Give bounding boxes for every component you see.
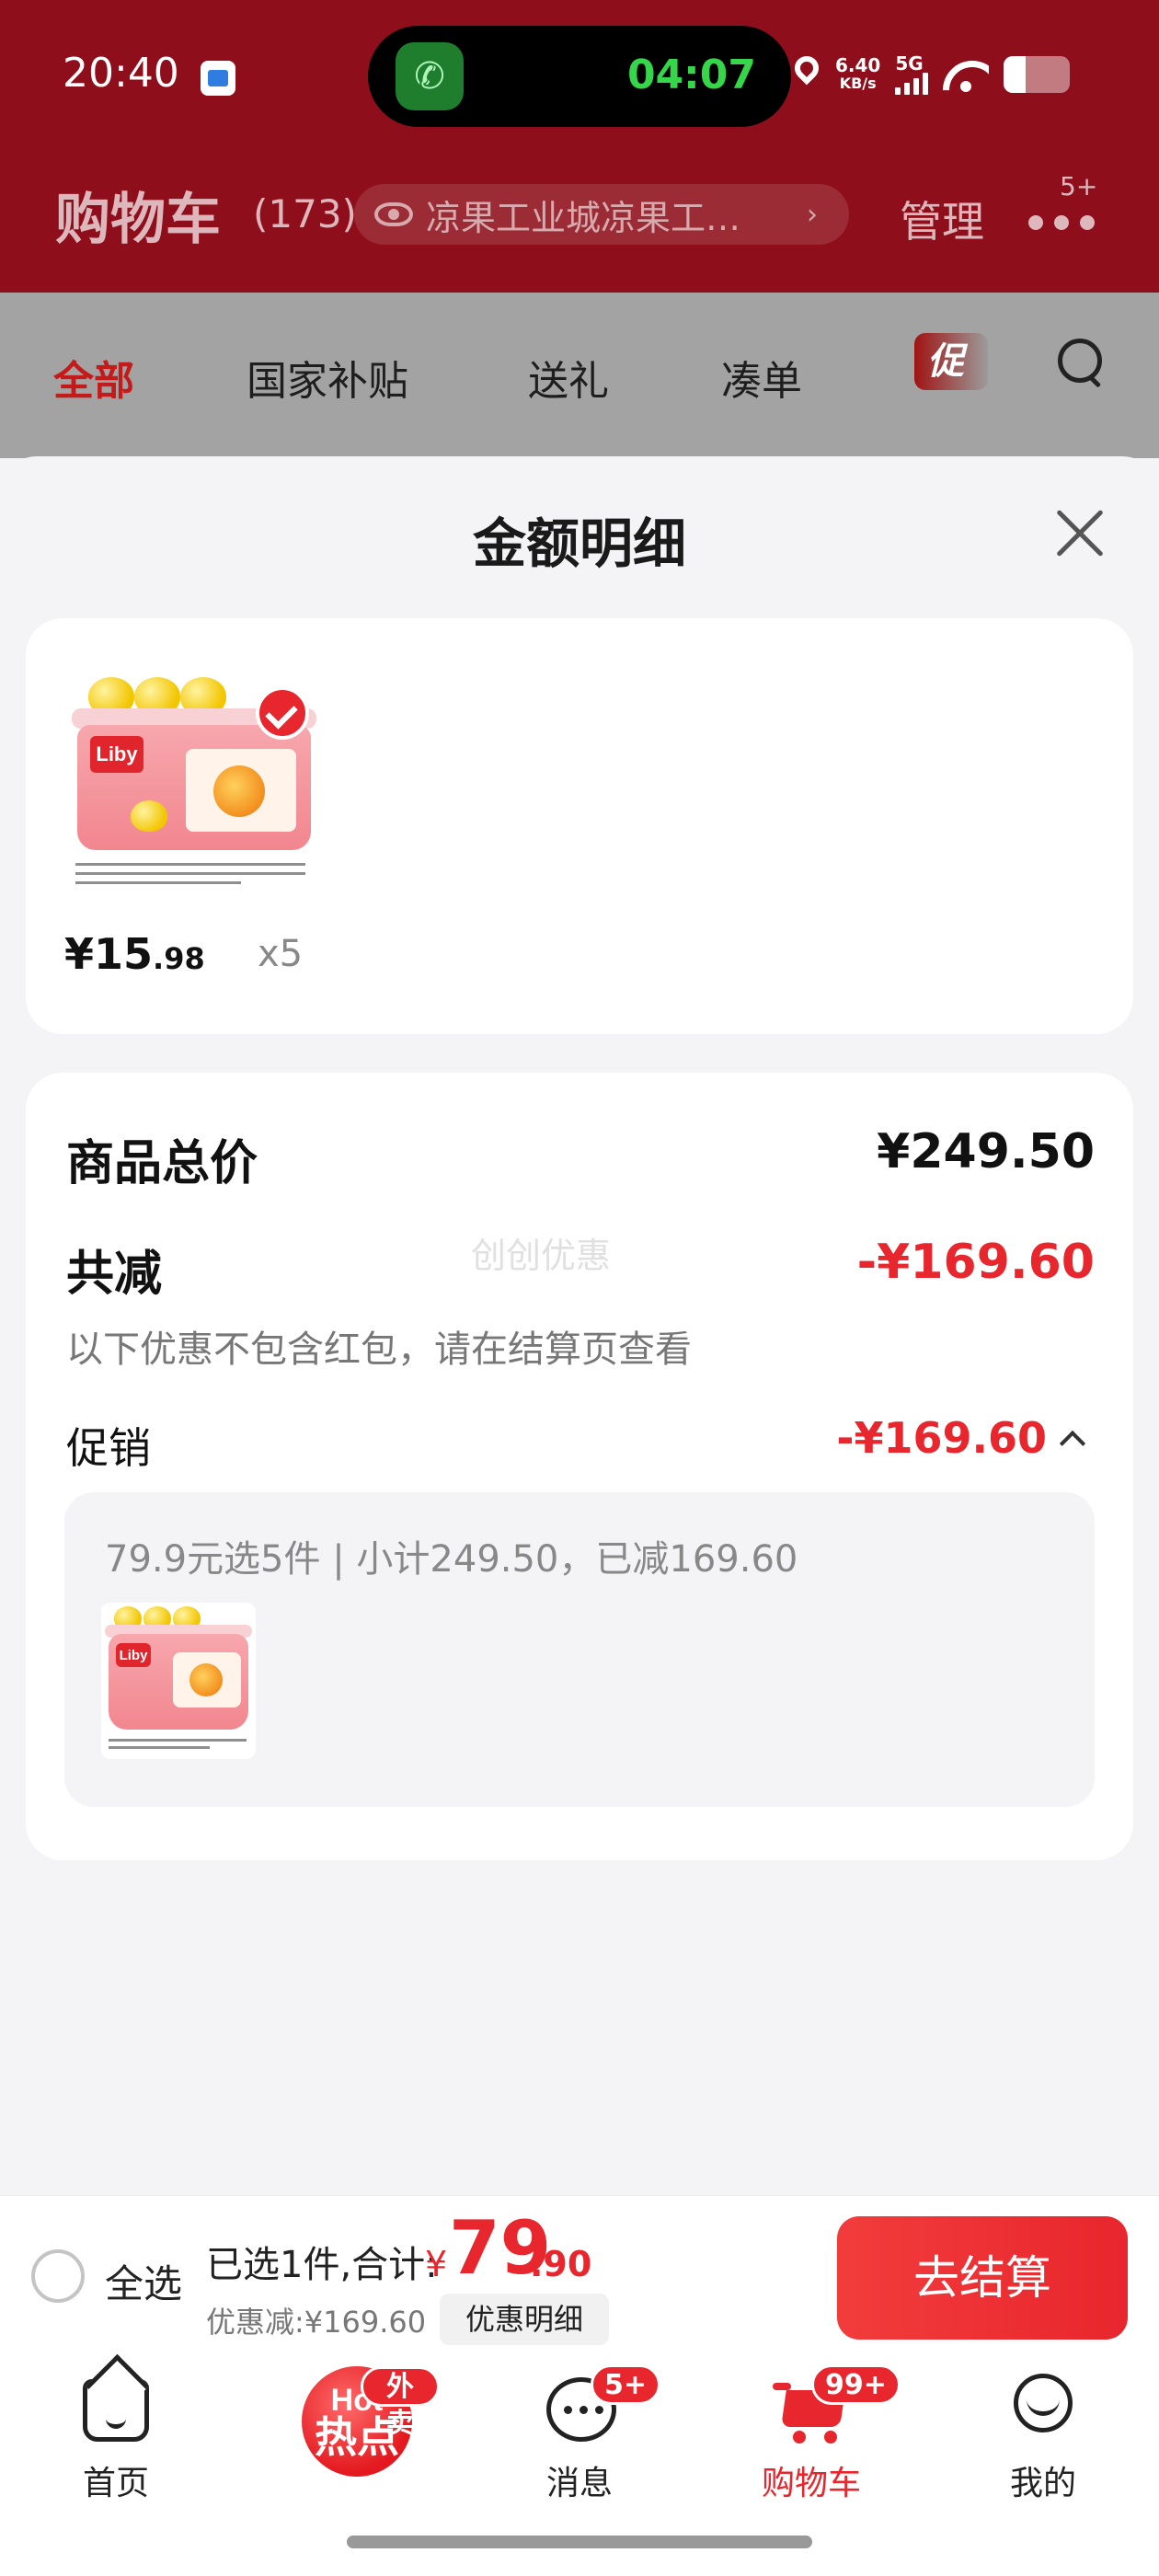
sheet-title: 金额明细 bbox=[472, 512, 686, 575]
location-icon bbox=[793, 56, 820, 93]
promotion-description: 79.9元选5件 | 小计249.50，已减169.60 bbox=[105, 1538, 798, 1581]
total-price-value: ¥249.50 bbox=[877, 1124, 1095, 1179]
net-speed: 6.40 KB/s bbox=[835, 56, 880, 93]
nav-home-label: 首页 bbox=[82, 2465, 149, 2502]
phone-call-icon: ✆ bbox=[396, 42, 464, 110]
tab-national-subsidy[interactable]: 国家补贴 bbox=[247, 348, 408, 407]
promotion-product-image[interactable]: Liby bbox=[101, 1603, 256, 1759]
selected-summary: 已选1件,合计: bbox=[206, 2244, 438, 2286]
nav-mine[interactable]: 我的 bbox=[951, 2357, 1135, 2502]
dynamic-island[interactable]: ✆ 04:07 bbox=[368, 26, 791, 127]
battery-icon bbox=[1004, 56, 1071, 93]
product-price: ¥15.98 bbox=[64, 929, 205, 979]
eye-icon bbox=[374, 202, 413, 226]
status-time: 20:40 bbox=[63, 50, 179, 97]
app-notification-icon bbox=[201, 61, 235, 96]
checkout-button[interactable]: 去结算 bbox=[837, 2216, 1128, 2340]
total-price-label: 商品总价 bbox=[66, 1136, 258, 1191]
brand-logo: Liby bbox=[116, 1643, 151, 1667]
promotion-value: -¥169.60 bbox=[836, 1413, 1047, 1463]
tab-promo[interactable]: 促 bbox=[914, 333, 988, 390]
chevron-up-icon bbox=[1059, 1430, 1086, 1457]
nav-cart[interactable]: 99+ 购物车 bbox=[719, 2357, 903, 2502]
close-icon[interactable] bbox=[1049, 504, 1107, 563]
reduction-label: 共减 bbox=[66, 1247, 163, 1302]
product-card: Liby ¥15.98 x5 bbox=[26, 618, 1133, 1034]
discount-detail-button[interactable]: 优惠明细 bbox=[440, 2294, 609, 2345]
promotion-detail: 79.9元选5件 | 小计249.50，已减169.60 Liby bbox=[64, 1492, 1095, 1807]
nav-cart-badge: 99+ bbox=[811, 2364, 901, 2405]
home-indicator[interactable] bbox=[347, 2536, 812, 2548]
nav-messages[interactable]: 5+ 消息 bbox=[488, 2357, 671, 2502]
reduction-note: 以下优惠不包含红包，请在结算页查看 bbox=[66, 1328, 692, 1371]
fine-print bbox=[75, 881, 241, 884]
cell-signal-icon: 5G bbox=[895, 52, 929, 95]
category-tabs: 全部 国家补贴 送礼 凑单 促 bbox=[0, 293, 1159, 458]
price-decimal: .98 bbox=[153, 941, 205, 976]
promotion-toggle[interactable]: -¥169.60 bbox=[836, 1413, 1086, 1463]
product-quantity: x5 bbox=[258, 933, 304, 975]
fruit-shape bbox=[189, 1663, 223, 1696]
amount-detail-sheet: 金额明细 Liby ¥15.98 x5 商品总价 ¥249.50 共减 创创优惠 bbox=[0, 456, 1159, 2195]
tab-bundle[interactable]: 凑单 bbox=[721, 348, 802, 407]
net-speed-unit: KB/s bbox=[839, 75, 877, 92]
tab-gift[interactable]: 送礼 bbox=[528, 348, 609, 407]
fine-print bbox=[75, 863, 305, 866]
wifi-icon bbox=[943, 57, 989, 92]
total-currency: ¥ bbox=[425, 2244, 448, 2284]
nav-mine-label: 我的 bbox=[1009, 2465, 1076, 2502]
watermark-text: 创创优惠 bbox=[471, 1236, 612, 1276]
manage-button[interactable]: 管理 bbox=[900, 189, 984, 249]
nav-messages-badge: 5+ bbox=[591, 2364, 661, 2405]
price-integer: ¥15 bbox=[64, 929, 154, 979]
chevron-right-icon: › bbox=[807, 198, 818, 231]
status-bar: 20:40 ✆ 04:07 6.40 KB/s 5G bbox=[0, 0, 1159, 152]
user-icon bbox=[1010, 2374, 1076, 2445]
price-summary-card: 商品总价 ¥249.50 共减 创创优惠 -¥169.60 以下优惠不包含红包，… bbox=[26, 1073, 1133, 1860]
selected-check-icon[interactable] bbox=[256, 686, 309, 740]
promotion-label: 促销 bbox=[66, 1423, 151, 1473]
network-type: 5G bbox=[895, 52, 924, 75]
nav-hot[interactable]: Hot 热点 外卖 bbox=[256, 2357, 440, 2495]
checkout-bar: 全选 已选1件,合计: ¥ 79 .90 优惠减:¥169.60 优惠明细 去结… bbox=[0, 2195, 1159, 2357]
reduction-value: -¥169.60 bbox=[856, 1235, 1095, 1290]
search-icon[interactable] bbox=[1058, 339, 1104, 385]
cart-count: (173) bbox=[253, 191, 357, 236]
address-selector[interactable]: 凉果工业城凉果工… › bbox=[354, 184, 849, 245]
header: 20:40 ✆ 04:07 6.40 KB/s 5G 购物车 (173) 凉果工… bbox=[0, 0, 1159, 293]
address-text: 凉果工业城凉果工… bbox=[426, 197, 741, 238]
more-badge: 5+ bbox=[1060, 171, 1098, 201]
pod-shape bbox=[131, 800, 167, 832]
page-title: 购物车 bbox=[55, 188, 221, 252]
select-all-label[interactable]: 全选 bbox=[105, 2253, 182, 2309]
fine-print bbox=[109, 1739, 247, 1742]
nav-messages-label: 消息 bbox=[545, 2465, 613, 2502]
total-decimal: .90 bbox=[530, 2244, 592, 2284]
fine-print bbox=[75, 872, 305, 875]
nav-home[interactable]: 首页 bbox=[24, 2357, 208, 2502]
home-icon bbox=[83, 2379, 149, 2442]
brand-logo: Liby bbox=[90, 736, 143, 773]
fruit-shape bbox=[213, 765, 265, 817]
select-all-radio[interactable] bbox=[31, 2249, 85, 2303]
nav-cart-label: 购物车 bbox=[761, 2465, 861, 2502]
net-speed-value: 6.40 bbox=[835, 54, 881, 76]
discount-amount: 优惠减:¥169.60 bbox=[206, 2305, 427, 2340]
fine-print bbox=[109, 1746, 210, 1749]
nav-hot-badge: 外卖 bbox=[361, 2366, 440, 2440]
call-timer: 04:07 bbox=[626, 52, 756, 98]
more-icon[interactable] bbox=[1028, 202, 1095, 239]
tab-all[interactable]: 全部 bbox=[53, 348, 134, 407]
system-icons: 6.40 KB/s 5G bbox=[793, 52, 1071, 98]
